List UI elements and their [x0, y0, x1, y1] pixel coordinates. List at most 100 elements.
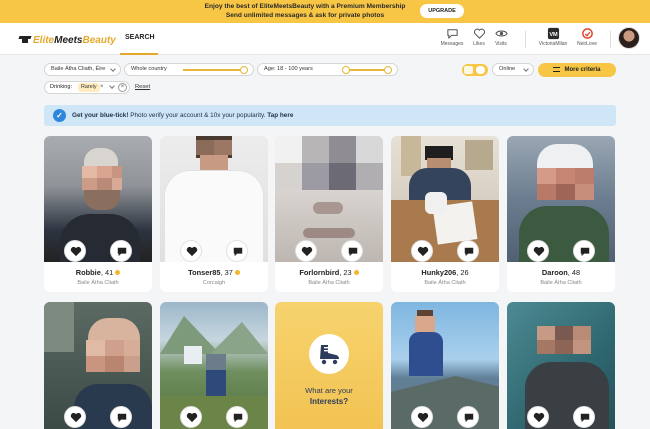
profile-card[interactable]: [160, 302, 268, 429]
location-select[interactable]: Baile Átha Cliath, Éire: [44, 63, 121, 76]
blur-block: [537, 168, 556, 184]
card-view-icon: [476, 66, 485, 74]
more-criteria-button[interactable]: More criteria: [538, 63, 616, 77]
speech-bubble-icon: [464, 413, 474, 423]
drinking-tag: Rarely: [78, 83, 100, 92]
interests-title-line1: What are your: [305, 386, 353, 395]
like-button[interactable]: [527, 406, 549, 428]
message-button[interactable]: [457, 406, 479, 428]
age-slider-track[interactable]: [345, 69, 388, 71]
message-button[interactable]: [573, 406, 595, 428]
profile-photo[interactable]: [507, 302, 615, 429]
profile-photo[interactable]: [160, 136, 268, 264]
nav-victoriamilan[interactable]: VM VictoriaMilan: [536, 27, 570, 47]
blur-block: [214, 140, 232, 155]
age-slider-max-thumb[interactable]: [384, 66, 392, 74]
profile-age: 41: [104, 268, 114, 277]
profile-photo[interactable]: [44, 136, 152, 264]
blur-block: [275, 163, 302, 190]
distance-slider-thumb[interactable]: [240, 66, 248, 74]
profile-photo[interactable]: [275, 136, 383, 264]
cat-shape: [425, 192, 447, 214]
profile-photo[interactable]: [507, 136, 615, 264]
like-button[interactable]: [527, 240, 549, 262]
profile-card[interactable]: [507, 302, 615, 429]
nav-search-tab[interactable]: SEARCH: [125, 34, 155, 41]
svg-text:VM: VM: [549, 32, 558, 38]
profile-photo[interactable]: [44, 302, 152, 429]
interests-card[interactable]: What are your Interests?: [275, 302, 383, 429]
distance-slider-track[interactable]: [183, 69, 245, 71]
view-toggle[interactable]: [462, 64, 488, 76]
avatar[interactable]: [618, 27, 640, 49]
mountain-shape: [210, 322, 268, 354]
blur-block: [86, 356, 105, 372]
profile-photo[interactable]: [391, 302, 499, 429]
reset-link[interactable]: Reset: [135, 84, 150, 90]
online-value: Online: [499, 66, 516, 72]
logo-part-meets: Meets: [54, 34, 83, 46]
nav-neirlove[interactable]: NeirLove: [570, 27, 604, 47]
speech-bubble-icon: [464, 247, 474, 257]
message-button[interactable]: [457, 240, 479, 262]
drinking-tag-value: Rarely: [81, 84, 97, 90]
like-button[interactable]: [411, 406, 433, 428]
nav-victoriamilan-label: VictoriaMilan: [538, 41, 568, 47]
blur-block: [575, 184, 594, 200]
blur-block: [112, 166, 122, 178]
drinking-dropdown[interactable]: [106, 83, 116, 92]
window-shape: [465, 140, 493, 170]
like-button[interactable]: [180, 406, 202, 428]
sliders-icon: [553, 67, 561, 72]
heart-icon: [186, 412, 198, 423]
age-slider-min-thumb[interactable]: [342, 66, 350, 74]
profile-card[interactable]: Hunky206, 26 Baile Átha Cliath: [391, 136, 499, 292]
blur-block: [573, 340, 591, 354]
profile-photo[interactable]: [391, 136, 499, 264]
profile-card[interactable]: Robbie, 41 Baile Átha Cliath: [44, 136, 152, 292]
blue-tick-link[interactable]: Tap here: [265, 112, 293, 119]
clear-filter-icon[interactable]: ×: [118, 83, 127, 92]
message-button[interactable]: [226, 240, 248, 262]
message-button[interactable]: [110, 240, 132, 262]
message-button[interactable]: [573, 240, 595, 262]
blur-block: [196, 140, 214, 155]
blue-tick-banner[interactable]: ✓ Get your blue-tick! Photo verify your …: [44, 105, 616, 126]
blur-block: [105, 356, 124, 372]
like-button[interactable]: [180, 240, 202, 262]
profile-photo[interactable]: [160, 302, 268, 429]
body-shape: [409, 332, 443, 376]
nav-visits[interactable]: Visits: [484, 27, 518, 47]
profile-card[interactable]: [44, 302, 152, 429]
heart-icon: [417, 412, 429, 423]
active-tab-underline: [120, 53, 158, 55]
online-select[interactable]: Online: [492, 63, 534, 76]
wall-shape: [44, 302, 74, 352]
heart-icon: [70, 412, 82, 423]
profile-age: 26: [460, 268, 469, 277]
profile-name-line: Tonser85, 37: [160, 268, 268, 277]
profile-location: Baile Átha Cliath: [77, 280, 119, 286]
logo[interactable]: Elite Meets Beauty: [19, 33, 116, 47]
message-button[interactable]: [110, 406, 132, 428]
message-button[interactable]: [226, 406, 248, 428]
profile-name: Robbie: [75, 268, 101, 277]
profile-card[interactable]: Tonser85, 37 Corcaigh: [160, 136, 268, 292]
like-button[interactable]: [411, 240, 433, 262]
roller-skate-icon: [320, 345, 339, 365]
blur-block: [555, 326, 573, 340]
upgrade-button[interactable]: UPGRADE: [420, 4, 464, 18]
remove-tag-icon[interactable]: ×: [100, 84, 104, 90]
profile-card[interactable]: [391, 302, 499, 429]
nav-neirlove-label: NeirLove: [576, 41, 597, 47]
profile-info: Hunky206, 26 Baile Átha Cliath: [391, 262, 499, 292]
head-shape: [88, 318, 140, 342]
like-button[interactable]: [295, 240, 317, 262]
rocks-shape: [391, 376, 499, 429]
online-dot: [353, 270, 359, 275]
profile-card[interactable]: Daroon, 48 Baile Átha Cliath: [507, 136, 615, 292]
message-button[interactable]: [341, 240, 363, 262]
profile-card[interactable]: Forlornbird, 23 Baile Átha Cliath: [275, 136, 383, 292]
like-button[interactable]: [64, 406, 86, 428]
like-button[interactable]: [64, 240, 86, 262]
